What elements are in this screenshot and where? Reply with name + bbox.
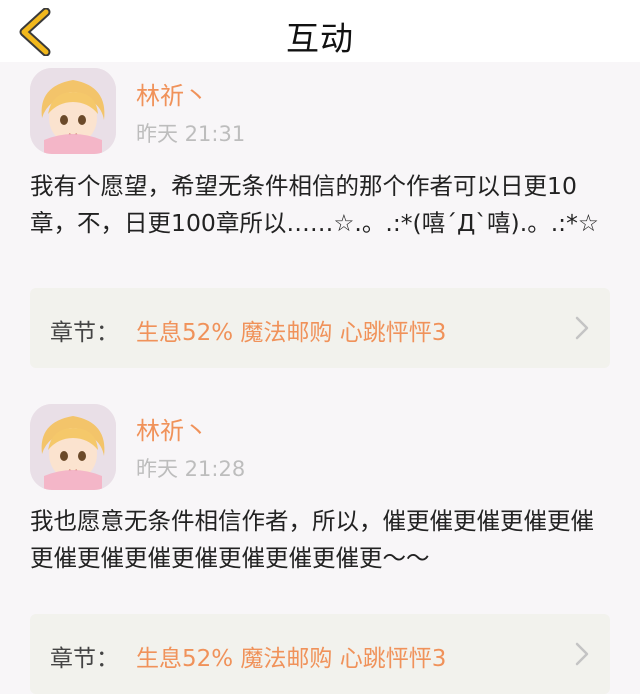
chapter-label: 章节： [50,646,119,672]
username[interactable]: 林祈丶 [136,76,208,111]
avatar-image [30,404,116,490]
page-title: 互动 [286,19,354,58]
avatar[interactable] [30,404,116,490]
top-bar: 互动 [0,0,640,62]
chevron-right-icon [575,316,589,340]
timestamp: 昨天 21:28 [136,457,246,481]
avatar[interactable] [30,68,116,154]
chapter-link[interactable]: 章节： 生息52% 魔法邮购 心跳怦怦3 [30,288,610,368]
avatar-image [30,68,116,154]
comment-text: 我有个愿望，希望无条件相信的那个作者可以日更10章，不，日更100章所以……☆.… [30,172,599,237]
chapter-title: 生息52% 魔法邮购 心跳怦怦3 [136,646,447,672]
chapter-link[interactable]: 章节： 生息52% 魔法邮购 心跳怦怦3 [30,614,610,694]
chapter-label: 章节： [50,320,119,346]
username[interactable]: 林祈丶 [136,411,208,446]
timestamp: 昨天 21:31 [136,122,246,146]
chapter-title: 生息52% 魔法邮购 心跳怦怦3 [136,320,447,346]
chevron-right-icon [575,642,589,666]
comment-text: 我也愿意无条件相信作者，所以，催更催更催更催更催更催更催更催更催更催更催更催更～… [30,507,594,572]
